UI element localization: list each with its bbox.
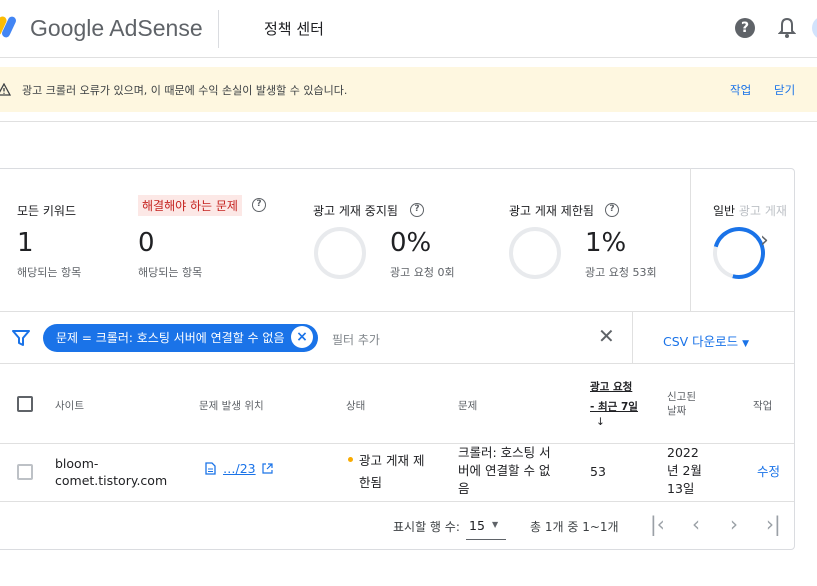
next-page-icon[interactable]: › [730,512,738,536]
col-issue[interactable]: 문제 [458,398,477,413]
stats-divider [690,168,691,311]
first-page-icon[interactable]: |‹ [650,512,665,536]
previous-page-icon[interactable]: ‹ [692,512,700,536]
chip-close-icon[interactable]: × [291,326,313,348]
open-in-new-icon[interactable] [262,463,273,474]
crawler-error-alert: 광고 크롤러 오류가 있으며, 이 때문에 수익 손실이 발생할 수 있습니다.… [0,67,817,112]
header-divider [218,10,219,48]
add-filter-input[interactable]: 필터 추가 [332,331,380,348]
col-site[interactable]: 사이트 [55,398,84,413]
dropdown-arrow-icon: ▼ [742,339,750,349]
ads-limited-ring [509,227,561,279]
adsense-logo-icon [0,16,16,38]
page-title: 정책 센터 [264,20,324,38]
edit-link[interactable]: 수정 [757,463,780,480]
col-requests[interactable]: 광고 요청 - 최근 7일 ↓ [590,379,638,428]
status-dot [348,457,353,462]
clear-filters-icon[interactable]: ✕ [598,324,615,348]
select-all-checkbox[interactable] [17,396,33,412]
warning-icon [0,83,11,96]
col-action: 작업 [753,400,773,412]
row-status: 광고 게재 제 한됨 [359,453,425,490]
account-avatar[interactable] [812,16,817,40]
location-link[interactable]: …/23 [223,460,256,477]
stat-ads-stopped-sub: 광고 요청 0회 [390,266,455,279]
alert-dismiss-link[interactable]: 닫기 [774,82,795,98]
row-checkbox[interactable] [17,464,33,480]
filter-funnel-icon[interactable] [12,330,30,346]
alert-action-link[interactable]: 작업 [730,82,751,98]
stat-general-label[interactable]: 일반 광고 게재 [713,202,787,219]
rows-per-page-label: 표시할 행 수: [393,520,460,534]
filter-chip[interactable]: 문제 = 크롤러: 호스팅 서버에 연결할 수 없음 [43,324,318,352]
col-status[interactable]: 상태 [346,398,365,413]
document-icon [205,462,216,475]
stat-ads-limited-label[interactable]: 광고 게재 제한됨 [509,202,594,219]
chevron-right-icon[interactable]: › [760,228,769,253]
col-location[interactable]: 문제 발생 위치 [199,398,264,413]
notifications-bell-icon[interactable] [778,17,796,39]
csv-download-button[interactable]: CSV 다운로드 ▼ [663,331,749,350]
stat-all-keywords-label[interactable]: 모든 키워드 [17,202,76,219]
help-circle-icon[interactable]: ? [605,203,619,217]
top-app-bar: Google AdSense 정책 센터 ? [0,0,817,58]
stat-ads-stopped-value: 0% [390,228,432,258]
col-reported-date[interactable]: 신고된 날짜 [667,390,696,418]
stat-issues-to-fix-sub: 해당되는 항목 [138,266,203,279]
stat-ads-limited-value: 1% [585,228,627,258]
rows-per-page-select[interactable]: 15 ▼ [466,514,506,540]
stat-all-keywords-value: 1 [17,228,34,258]
stat-issues-to-fix-value: 0 [138,228,155,258]
row-site: bloom- comet.tistory.com [55,456,168,488]
brand-name[interactable]: Google AdSense [30,15,203,42]
csv-divider [632,312,633,364]
alert-divider [0,121,817,122]
row-issue: 크롤러: 호스팅 서 버에 연결할 수 없 음 [458,445,551,496]
help-icon[interactable]: ? [735,18,755,38]
stat-all-keywords-sub: 해당되는 항목 [17,266,82,279]
row-requests: 53 [590,464,606,479]
stat-ads-limited-sub: 광고 요청 53회 [585,266,657,279]
sort-down-arrow-icon: ↓ [596,416,605,428]
dropdown-arrow-icon: ▼ [492,520,499,529]
ads-stopped-ring [314,227,366,279]
row-reported-date: 2022 년 2월 13일 [667,445,702,496]
last-page-icon[interactable]: ›| [766,512,781,536]
alert-message: 광고 크롤러 오류가 있으며, 이 때문에 수익 손실이 발생할 수 있습니다. [22,84,348,97]
help-circle-icon[interactable]: ? [410,203,424,217]
row-divider [0,501,794,502]
pagination-range: 총 1개 중 1~1개 [530,520,619,534]
stat-issues-to-fix-label[interactable]: 해결해야 하는 문제 [138,195,242,216]
help-circle-icon[interactable]: ? [252,198,266,212]
stat-ads-stopped-label[interactable]: 광고 게재 중지됨 [313,202,398,219]
